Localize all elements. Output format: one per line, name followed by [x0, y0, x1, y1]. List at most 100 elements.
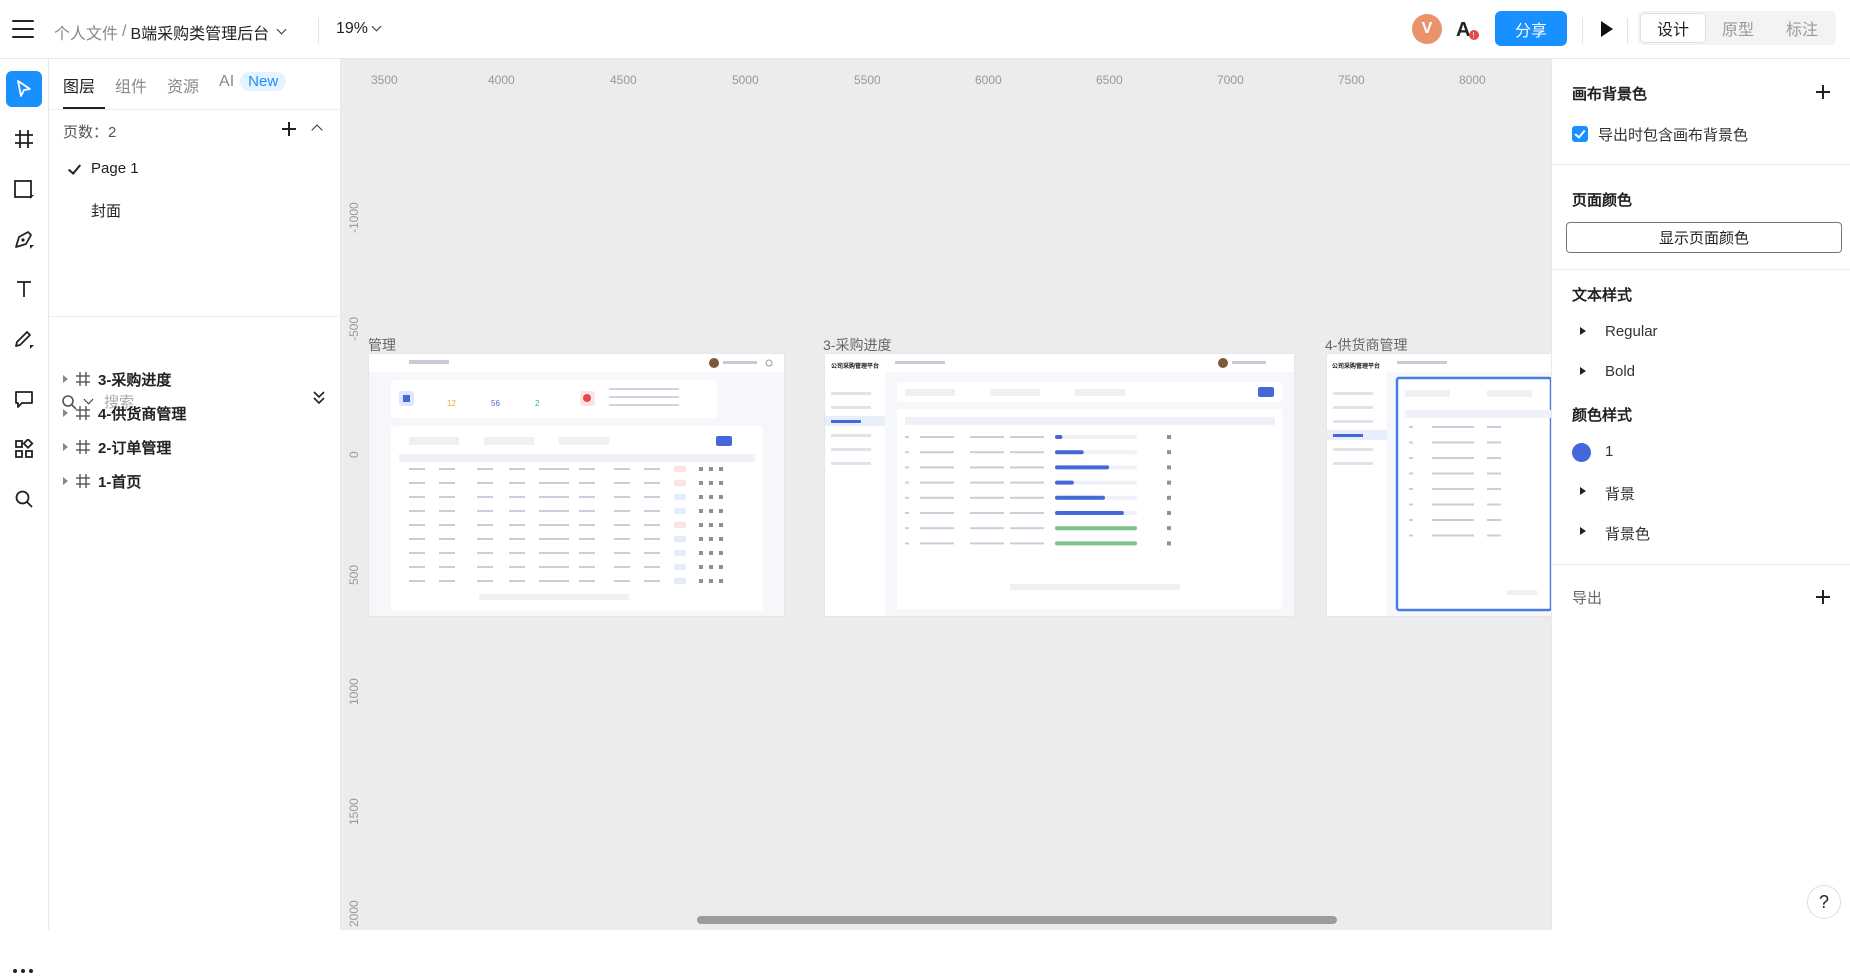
- progress-bar: [1055, 526, 1137, 531]
- color-swatch[interactable]: [1572, 443, 1591, 462]
- breadcrumb-root[interactable]: 个人文件: [54, 20, 118, 44]
- table-cell: [1432, 519, 1474, 521]
- move-tool-icon[interactable]: [6, 71, 42, 107]
- pencil-tool-icon[interactable]: [6, 321, 42, 357]
- expand-icon[interactable]: [1580, 367, 1586, 375]
- table-cell: [1487, 534, 1501, 537]
- tab-ai[interactable]: AI New: [219, 72, 287, 97]
- chevron-down-icon[interactable]: [276, 24, 287, 34]
- tab-annotate[interactable]: 标注: [1770, 13, 1834, 43]
- action-icon: [709, 481, 713, 485]
- tab-components[interactable]: 组件: [115, 73, 147, 97]
- svg-text:!: !: [1472, 31, 1474, 40]
- add-icon[interactable]: [1816, 85, 1830, 99]
- action-icon: [699, 509, 703, 513]
- table-cell: [477, 566, 493, 568]
- chevron-up-icon[interactable]: [311, 124, 323, 136]
- text-style-item[interactable]: Regular: [1605, 323, 1658, 340]
- show-page-color-button[interactable]: 显示页面颜色: [1566, 222, 1842, 253]
- tab-layers[interactable]: 图层: [63, 73, 95, 97]
- rectangle-tool-icon[interactable]: [6, 171, 42, 207]
- expand-icon[interactable]: [63, 443, 68, 451]
- action-icon: [709, 551, 713, 555]
- table-cell: [905, 481, 909, 484]
- pen-tool-icon[interactable]: [6, 221, 42, 257]
- action-icon: [709, 495, 713, 499]
- expand-icon[interactable]: [63, 477, 68, 485]
- share-button[interactable]: 分享: [1495, 11, 1567, 46]
- table-cell: [509, 538, 525, 540]
- table-cell: [905, 436, 909, 438]
- help-button[interactable]: ?: [1807, 885, 1841, 919]
- frame-purchase-progress[interactable]: 公司采购管理平台: [825, 354, 1294, 616]
- text-style-item[interactable]: Bold: [1605, 363, 1635, 380]
- add-export-icon[interactable]: [1816, 590, 1830, 604]
- table-cell: [539, 552, 569, 554]
- tab-assets[interactable]: 资源: [167, 73, 199, 97]
- export-bg-checkbox[interactable]: [1572, 126, 1588, 142]
- expand-icon[interactable]: [1580, 487, 1586, 495]
- layer-row[interactable]: 3-采购进度: [63, 367, 171, 391]
- project-name[interactable]: B端采购类管理后台: [130, 20, 269, 44]
- layer-row[interactable]: 1-首页: [63, 469, 141, 493]
- expand-icon[interactable]: [1580, 527, 1586, 535]
- comment-icon[interactable]: [6, 381, 42, 417]
- text-tool-icon[interactable]: [6, 271, 42, 307]
- table-cell: [509, 524, 525, 526]
- main-menu-icon[interactable]: [12, 18, 34, 40]
- breadcrumb-separator: /: [122, 23, 127, 40]
- tab-design[interactable]: 设计: [1640, 13, 1706, 43]
- font-icon[interactable]: A!: [1453, 15, 1481, 43]
- table-cell: [614, 496, 630, 498]
- search-icon[interactable]: [6, 481, 42, 517]
- table-cell: [409, 552, 425, 554]
- table-cell: [970, 542, 1004, 545]
- horizontal-scrollbar[interactable]: [697, 916, 1337, 924]
- table-cell: [970, 436, 1004, 438]
- expand-icon[interactable]: [63, 375, 68, 383]
- layer-row[interactable]: 4-供货商管理: [63, 401, 186, 425]
- tab-prototype[interactable]: 原型: [1706, 13, 1770, 43]
- layer-row[interactable]: 2-订单管理: [63, 435, 171, 459]
- page-item[interactable]: 封面: [91, 200, 121, 221]
- action-icon: [719, 537, 723, 541]
- play-icon[interactable]: [1601, 21, 1613, 37]
- divider: [1552, 564, 1850, 565]
- add-page-icon[interactable]: [282, 122, 296, 136]
- frame-supplier-management[interactable]: 公司采购管理平台: [1327, 354, 1551, 616]
- tab-ai-label: AI: [219, 73, 235, 90]
- expand-icon[interactable]: [1580, 327, 1586, 335]
- frame-label[interactable]: 3-采购进度: [823, 335, 891, 355]
- table-cell: [1010, 466, 1044, 469]
- frame-tool-icon[interactable]: [6, 121, 42, 157]
- frame-label[interactable]: 4-供货商管理: [1325, 335, 1407, 355]
- page-item[interactable]: Page 1: [91, 160, 139, 177]
- page-color-title: 页面颜色: [1572, 192, 1633, 209]
- table-cell: [1432, 472, 1474, 475]
- table-cell: [1432, 426, 1474, 428]
- more-icon[interactable]: [12, 961, 34, 979]
- zoom-dropdown[interactable]: 19%: [336, 20, 382, 38]
- color-group[interactable]: 背景: [1605, 483, 1635, 504]
- action-icon: [699, 495, 703, 499]
- color-group[interactable]: 背景色: [1605, 523, 1650, 544]
- table-cell: [539, 496, 569, 498]
- frame-label[interactable]: 管理: [368, 335, 396, 355]
- canvas[interactable]: 3500 4000 4500 5000 5500 6000 6500 7000 …: [341, 59, 1551, 930]
- frame-order-management[interactable]: 12 56 2 6: [369, 354, 784, 616]
- avatar[interactable]: V: [1412, 14, 1442, 44]
- table-cell: [477, 468, 493, 470]
- layers-panel: 图层 组件 资源 AI New 页数：2 Page 1 封面 搜索 3-采购进度 …: [49, 59, 341, 930]
- table-cell: [1487, 488, 1501, 490]
- color-style-name[interactable]: 1: [1605, 443, 1613, 460]
- table-cell: [1432, 441, 1474, 444]
- table-cell: [1432, 503, 1474, 506]
- table-cell: [509, 468, 525, 470]
- table-cell: [579, 482, 595, 484]
- collapse-all-icon[interactable]: [312, 389, 326, 410]
- plugins-icon[interactable]: [6, 431, 42, 467]
- status-tag: [674, 550, 686, 556]
- expand-icon[interactable]: [63, 409, 68, 417]
- table-cell: [644, 538, 660, 540]
- svg-text:A: A: [1456, 19, 1470, 41]
